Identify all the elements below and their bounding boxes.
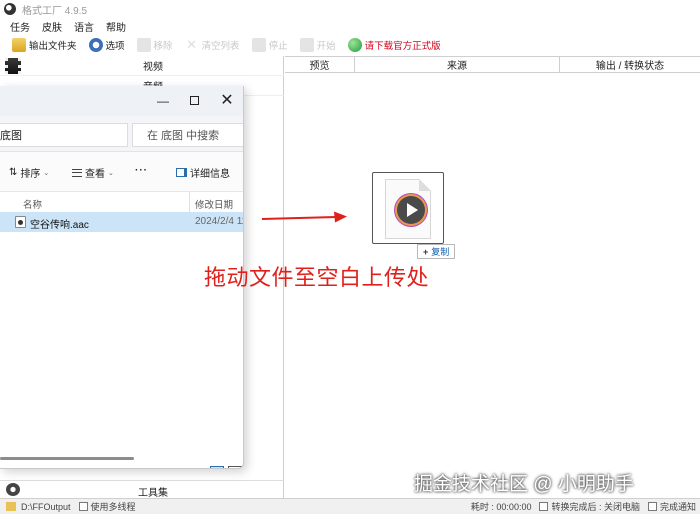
details-pane-button[interactable]: 详细信息 <box>176 165 230 180</box>
minimize-icon[interactable]: — <box>156 94 170 108</box>
drag-arrow-icon <box>262 211 347 223</box>
file-modified-date: 2024/2/4 11 <box>195 216 244 227</box>
category-video[interactable]: 视频 <box>0 56 284 76</box>
details-label: 详细信息 <box>190 169 230 180</box>
clear-icon: ✕ <box>186 37 197 52</box>
chevron-down-icon: ⌄ <box>108 169 114 177</box>
explorer-address-bar: 底图 在 底图 中搜索 <box>0 116 243 152</box>
multithread-label: 使用多线程 <box>90 502 136 512</box>
elapsed-time: 耗时 : 00:00:00 <box>470 502 532 512</box>
app-titlebar: 格式工厂 4.9.5 <box>0 0 700 18</box>
sort-button[interactable]: ⇅ 排序 ⌄ <box>9 165 49 180</box>
column-divider[interactable] <box>189 192 190 212</box>
drag-ghost <box>372 172 444 244</box>
after-convert-checkbox[interactable] <box>539 502 549 511</box>
start-label: 开始 <box>316 41 336 52</box>
menubar: 任务 皮肤 语言 帮助 <box>0 18 700 34</box>
after-convert-label: 转换完成后 : 关闭电脑 <box>551 502 640 512</box>
breadcrumb[interactable]: 底图 <box>0 123 128 147</box>
close-icon[interactable]: ✕ <box>220 93 234 109</box>
menu-language[interactable]: 语言 <box>74 19 94 34</box>
watermark: 掘金技术社区 @ 小明助手 <box>414 474 634 495</box>
multithread-checkbox[interactable] <box>78 502 88 511</box>
column-output-status[interactable]: 输出 / 转换状态 <box>560 57 700 72</box>
document-icon <box>385 179 431 239</box>
download-official-label: 请下载官方正式版 <box>364 41 441 52</box>
view-label: 查看 <box>85 169 105 180</box>
file-name: 空谷传响.aac <box>30 220 89 231</box>
toolbar: 输出文件夹 选项 移除 ✕ 清空列表 停止 开始 请下载官方正式版 <box>0 34 700 56</box>
category-video-label: 视频 <box>143 62 163 73</box>
app-title: 格式工厂 4.9.5 <box>22 5 88 17</box>
output-path[interactable]: D:\FFOutput <box>21 502 71 512</box>
category-tools-label: 工具集 <box>138 488 168 499</box>
notify-checkbox[interactable] <box>647 502 657 511</box>
audio-file-icon <box>15 216 26 228</box>
output-folder-button[interactable]: 输出文件夹 <box>8 35 81 55</box>
copy-badge: + 复制 <box>417 244 456 259</box>
output-folder-label: 输出文件夹 <box>29 41 77 52</box>
sort-label: 排序 <box>20 169 41 180</box>
category-tools[interactable]: 工具集 <box>0 480 284 499</box>
view-icon <box>72 168 82 177</box>
options-icon <box>88 38 103 52</box>
plus-icon: + <box>423 246 429 257</box>
search-input[interactable]: 在 底图 中搜索 <box>132 123 243 147</box>
clear-list-button[interactable]: ✕ 清空列表 <box>181 35 244 55</box>
column-preview[interactable]: 预览 <box>285 57 355 72</box>
stop-icon <box>251 38 266 52</box>
stop-label: 停止 <box>268 41 288 52</box>
remove-label: 移除 <box>153 41 173 52</box>
instruction-caption: 拖动文件至空白上传处 <box>204 265 430 290</box>
play-icon <box>397 196 425 224</box>
download-official-link[interactable]: 请下载官方正式版 <box>344 35 445 55</box>
chevron-down-icon: ⌄ <box>43 169 50 177</box>
statusbar-right: 耗时 : 00:00:00 转换完成后 : 关闭电脑 完成通知 <box>471 500 696 513</box>
app-logo-icon <box>4 3 16 15</box>
notify-label: 完成通知 <box>659 502 696 512</box>
clear-list-label: 清空列表 <box>201 41 240 52</box>
column-name[interactable]: 名称 <box>23 197 42 211</box>
menu-task[interactable]: 任务 <box>10 19 30 34</box>
explorer-command-bar: ⇅ 排序 ⌄ 查看 ⌄ ··· 详细信息 <box>0 152 243 192</box>
explorer-titlebar[interactable]: — ✕ <box>0 86 243 116</box>
start-button[interactable]: 开始 <box>296 35 340 55</box>
maximize-icon[interactable] <box>187 94 201 108</box>
scrollbar-thumb[interactable] <box>0 457 134 460</box>
task-table-header: 预览 来源 输出 / 转换状态 <box>285 56 700 73</box>
view-button[interactable]: 查看 ⌄ <box>72 165 114 180</box>
remove-button[interactable]: 移除 <box>133 35 177 55</box>
remove-icon <box>136 38 151 52</box>
start-icon <box>299 38 314 52</box>
film-icon <box>5 57 21 74</box>
page-fold <box>419 179 431 191</box>
details-pane-icon <box>176 168 187 177</box>
options-button[interactable]: 选项 <box>85 35 129 55</box>
tiles-view-icon[interactable] <box>228 466 242 468</box>
sort-icon: ⇅ <box>9 167 18 178</box>
column-modified[interactable]: 修改日期 <box>195 197 233 211</box>
folder-icon <box>12 38 26 52</box>
options-label: 选项 <box>105 41 125 52</box>
horizontal-scrollbar[interactable] <box>0 457 243 461</box>
menu-skin[interactable]: 皮肤 <box>42 19 62 34</box>
explorer-column-header: 名称 修改日期 <box>0 192 243 212</box>
menu-help[interactable]: 帮助 <box>106 19 126 34</box>
details-view-icon[interactable] <box>210 466 224 468</box>
stop-button[interactable]: 停止 <box>248 35 292 55</box>
file-row[interactable]: 空谷传响.aac 2024/2/4 11 <box>0 212 244 232</box>
tools-icon <box>6 483 20 496</box>
folder-icon <box>6 502 16 511</box>
more-options-button[interactable]: ··· <box>135 165 148 176</box>
copy-label: 复制 <box>431 247 450 257</box>
globe-icon <box>347 38 362 52</box>
statusbar: D:\FFOutput 使用多线程 耗时 : 00:00:00 转换完成后 : … <box>0 498 700 514</box>
column-source[interactable]: 来源 <box>355 57 560 72</box>
